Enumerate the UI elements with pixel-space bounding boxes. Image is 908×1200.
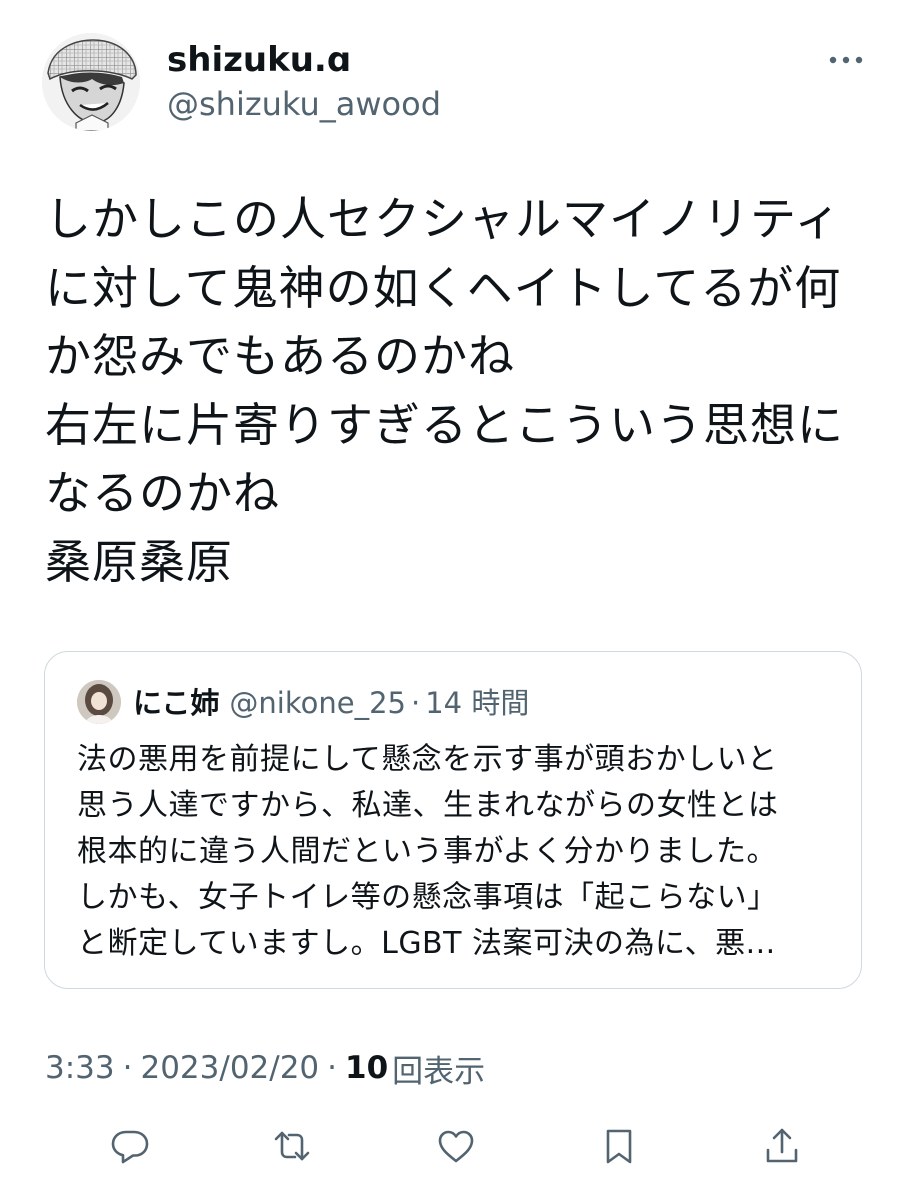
quoted-tweet-header: にこ姉 @nikone_25 · 14 時間	[133, 683, 529, 723]
more-horizontal-icon	[829, 56, 863, 64]
views-label: 回表示	[392, 1053, 486, 1090]
tweet-line: しかしこの人セクシャルマイノリティ	[45, 192, 842, 246]
tweet-line: 右左に片寄りすぎるとこういう思想に	[45, 397, 844, 452]
more-options-button[interactable]	[826, 45, 866, 75]
bookmark-icon	[606, 1129, 632, 1164]
like-button[interactable]	[434, 1124, 478, 1168]
manga-character-avatar-icon	[42, 33, 140, 131]
quoted-tweet-card[interactable]: にこ姉 @nikone_25 · 14 時間 法の悪用を前提にして懸念を示す事が…	[44, 651, 862, 989]
quoted-tweet-text: 法の悪用を前提にして懸念を示す事が頭おかしいと 思う人達ですから、私達、生まれな…	[77, 737, 847, 967]
separator-dot: ·	[327, 1050, 338, 1086]
tweet-line: か怨みでもあるのかね	[45, 329, 515, 383]
quoted-author-avatar	[77, 680, 121, 724]
reply-icon	[111, 1130, 149, 1164]
bookmark-button[interactable]	[597, 1124, 641, 1168]
separator-dot: ·	[122, 1050, 133, 1086]
views-count: 10	[345, 1050, 389, 1086]
quoted-line: 根本的に違う人間だという事がよく分かりました。	[77, 834, 777, 869]
tweet-line: 桑原桑原	[45, 534, 233, 589]
quoted-line: と断定していますし。LGBT 法案可決の為に、悪...	[77, 926, 776, 961]
quoted-line: 思う人達ですから、私達、生まれながらの女性とは	[77, 788, 779, 823]
tweet-date[interactable]: 2023/02/20	[140, 1050, 319, 1086]
tweet-meta: 3:33 · 2023/02/20 · 10 回表示	[45, 1048, 486, 1090]
retweet-icon	[274, 1131, 310, 1161]
share-button[interactable]	[760, 1124, 804, 1168]
author-avatar[interactable]	[42, 33, 140, 131]
separator-dot: ·	[411, 686, 421, 720]
quoted-author-handle: @nikone_25	[229, 686, 406, 720]
tweet-line: に対して鬼神の如くヘイトしてるが何	[45, 260, 842, 315]
quoted-author-name: にこ姉	[133, 686, 220, 720]
author-handle[interactable]: @shizuku_awood	[167, 84, 441, 124]
tweet-text: しかしこの人セクシャルマイノリティ に対して鬼神の如くヘイトしてるが何 か怨みで…	[45, 185, 875, 596]
tweet-line: なるのかね	[45, 466, 280, 520]
quoted-tweet-time: 14 時間	[425, 686, 530, 720]
share-icon	[766, 1128, 798, 1163]
reply-button[interactable]	[108, 1124, 152, 1168]
author-display-name[interactable]: shizuku.ɑ	[167, 40, 351, 80]
photo-avatar-icon	[77, 680, 121, 724]
tweet-time[interactable]: 3:33	[45, 1050, 115, 1086]
retweet-button[interactable]	[270, 1124, 314, 1168]
quoted-line: 法の悪用を前提にして懸念を示す事が頭おかしいと	[77, 742, 778, 777]
heart-icon	[438, 1130, 474, 1163]
quoted-line: しかも、女子トイレ等の懸念事項は「起こらない」	[77, 880, 778, 915]
